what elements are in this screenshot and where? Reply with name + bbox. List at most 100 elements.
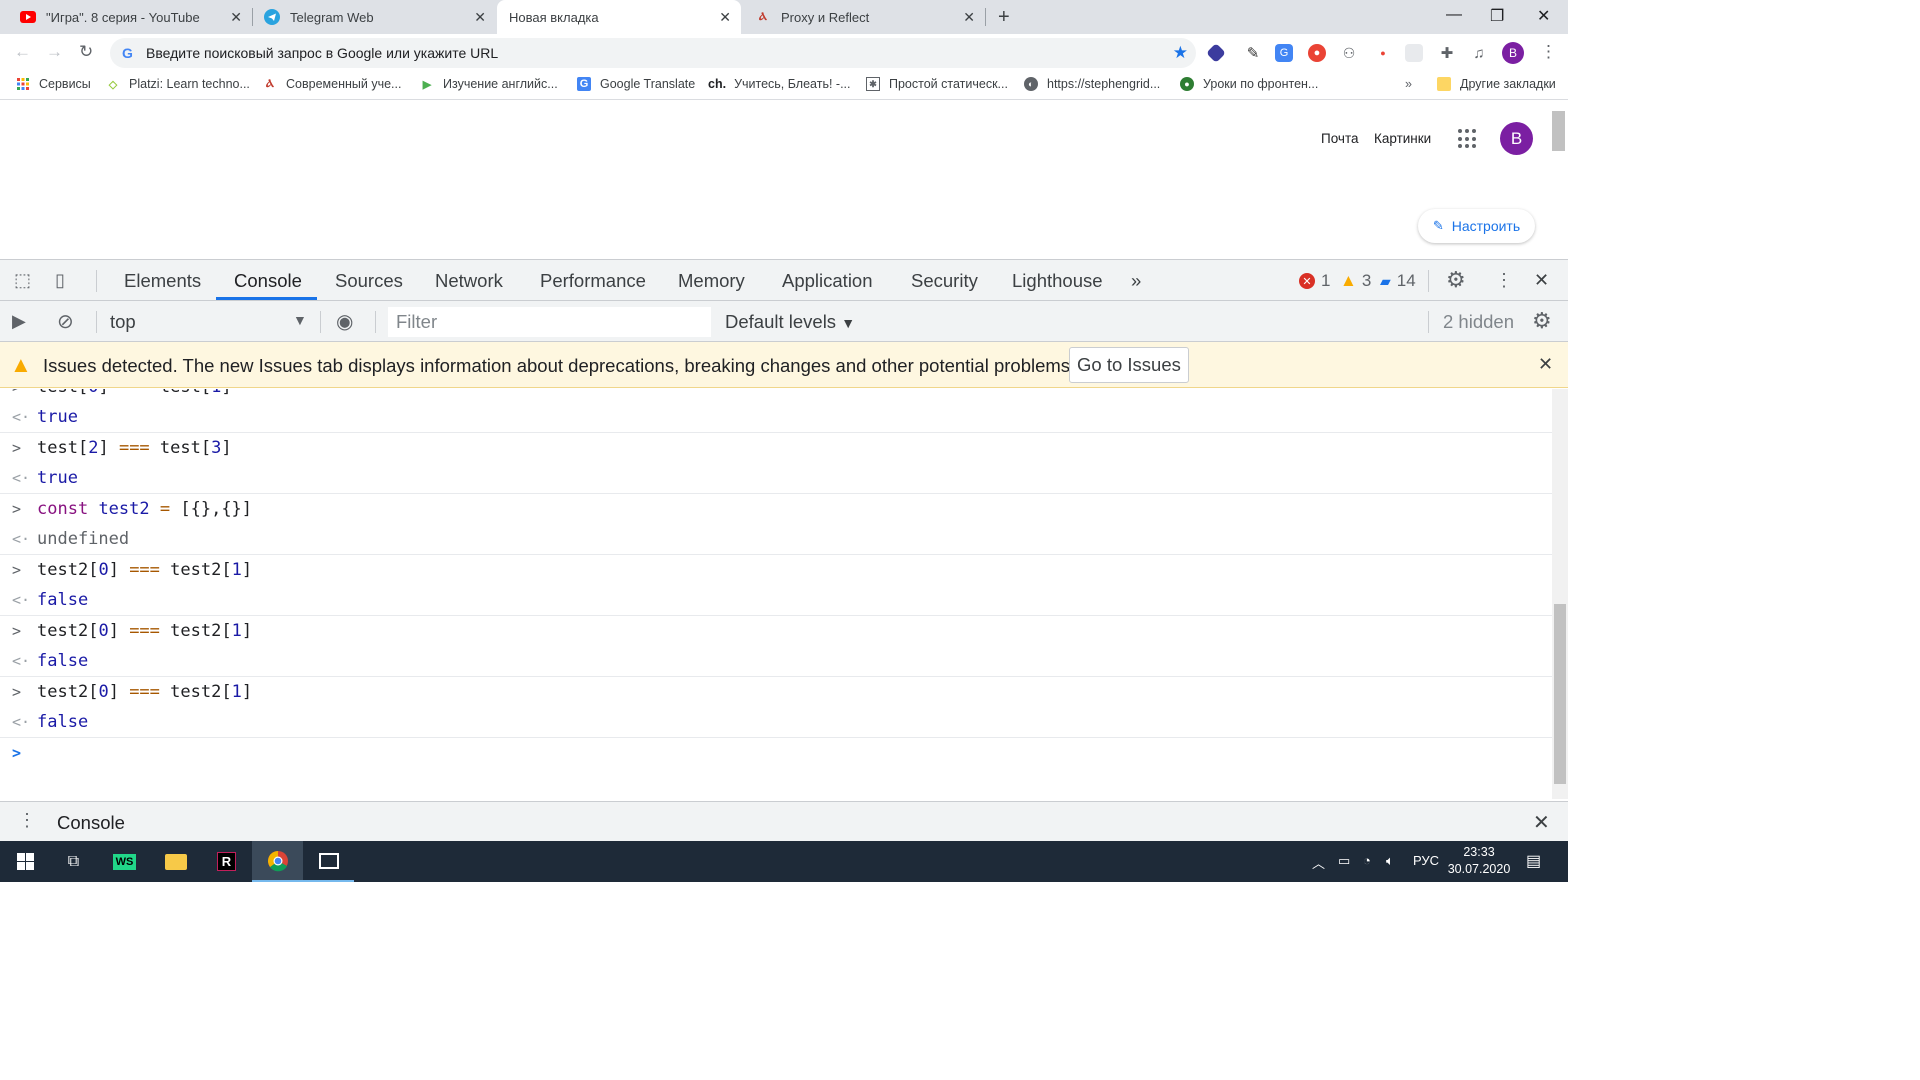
console-entry: > const test2 = [{},{}] <· undefined (0, 494, 1552, 555)
rider-icon[interactable]: R (201, 841, 252, 882)
maximize-button[interactable]: ❐ (1490, 6, 1504, 26)
bookmark-star-icon[interactable]: ★ (1173, 43, 1188, 63)
go-to-issues-button[interactable]: Go to Issues (1069, 347, 1189, 383)
message-counter[interactable]: ▰ 14 (1380, 271, 1416, 291)
input-language[interactable]: РУС (1413, 853, 1439, 868)
drawer-tab-console[interactable]: Console (57, 812, 125, 834)
tab-youtube[interactable]: "Игра". 8 серия - YouTube ✕ (0, 0, 252, 34)
input-chevron-icon: > (12, 561, 22, 579)
extension-icon[interactable] (1405, 44, 1423, 62)
bookmark-frontend-lessons[interactable]: ● Уроки по фронтен... (1180, 77, 1318, 91)
tab-telegram[interactable]: Telegram Web ✕ (244, 0, 496, 34)
bookmark-services[interactable]: Сервисы (16, 77, 91, 91)
console-scrollbar[interactable] (1552, 389, 1568, 799)
console-input: test2[0] === test2[1] (37, 560, 253, 580)
console-settings-gear-icon[interactable]: ⚙ (1532, 308, 1552, 334)
log-levels-dropdown[interactable]: Default levels ▼ (725, 311, 855, 333)
close-window-button[interactable]: ✕ (1537, 6, 1550, 26)
chrome-taskbar-icon[interactable] (252, 841, 303, 882)
tab-new-tab[interactable]: Новая вкладка ✕ (497, 0, 741, 34)
device-toolbar-icon[interactable]: ▯ (55, 270, 65, 291)
extension-icon[interactable] (1206, 43, 1226, 63)
more-tabs-chevron-icon[interactable]: » (1131, 270, 1141, 292)
address-input[interactable] (146, 45, 1146, 61)
more-bookmarks-chevron-icon[interactable]: » (1405, 77, 1412, 91)
webstorm-icon[interactable]: WS (99, 841, 150, 882)
wifi-icon[interactable]: ◔ (1363, 853, 1371, 868)
tab-security[interactable]: Security (911, 270, 978, 292)
gmail-link[interactable]: Почта (1321, 131, 1359, 146)
bookmark-platzi[interactable]: ◇ Platzi: Learn techno... (106, 77, 250, 91)
customize-button[interactable]: ✎ Настроить (1418, 209, 1535, 243)
forward-button[interactable]: → (46, 42, 63, 62)
warning-counter[interactable]: ▲ 3 (1340, 271, 1371, 291)
console-result: true (37, 468, 78, 488)
task-view-icon[interactable]: ⧉ (48, 841, 99, 882)
close-tab-icon[interactable]: ✕ (963, 9, 975, 26)
close-tab-icon[interactable]: ✕ (474, 9, 486, 26)
bookmark-google-translate[interactable]: G Google Translate (577, 77, 695, 91)
filter-input[interactable] (388, 307, 711, 337)
tab-sources[interactable]: Sources (335, 270, 403, 292)
drawer-menu-icon[interactable]: ⋮ (18, 810, 36, 831)
close-tab-icon[interactable]: ✕ (230, 9, 242, 26)
bookmark-javascript-info[interactable]: Ⲁ Современный уче... (263, 77, 401, 91)
other-bookmarks-folder[interactable]: Другие закладки (1437, 77, 1556, 91)
tab-application[interactable]: Application (782, 270, 873, 292)
puzzle-icon[interactable]: ✚ (1438, 44, 1456, 62)
adblock-extension-icon[interactable]: ● (1308, 44, 1326, 62)
error-counter[interactable]: ✕ 1 (1299, 271, 1330, 291)
windows-start-icon[interactable] (0, 841, 51, 882)
page-scrollbar-thumb[interactable] (1552, 111, 1565, 151)
file-explorer-icon[interactable] (150, 841, 201, 882)
bookmark-ch[interactable]: ch. Учитесь, Блеать! -... (708, 77, 851, 91)
tab-console[interactable]: Console (234, 270, 302, 292)
pencil-icon: ✎ (1432, 218, 1444, 233)
bookmark-stephengrider[interactable]: ◐ https://stephengrid... (1024, 77, 1160, 91)
minimize-button[interactable]: — (1446, 6, 1462, 24)
close-drawer-icon[interactable]: ✕ (1533, 810, 1550, 835)
close-tab-icon[interactable]: ✕ (719, 9, 731, 26)
tab-lighthouse[interactable]: Lighthouse (1012, 270, 1103, 292)
back-button[interactable]: ← (14, 42, 31, 62)
devtools-menu-icon[interactable]: ⋮ (1495, 270, 1513, 291)
close-devtools-icon[interactable]: ✕ (1534, 270, 1549, 291)
inspect-element-icon[interactable]: ⬚ (14, 270, 31, 291)
close-banner-icon[interactable]: ✕ (1538, 354, 1553, 375)
chrome-menu-icon[interactable]: ⋮ (1540, 42, 1557, 62)
tray-chevron-icon[interactable]: ︿ (1312, 853, 1325, 872)
address-bar[interactable]: G ★ (110, 38, 1196, 68)
volume-icon[interactable]: 🔈︎ (1386, 853, 1394, 869)
context-selector[interactable]: top (110, 311, 136, 333)
tab-proxy-reflect[interactable]: Ⲁ Proxy и Reflect ✕ (741, 0, 985, 34)
console-prompt[interactable]: > (0, 738, 1552, 768)
dropdown-arrow-icon[interactable]: ▼ (293, 312, 307, 328)
vpn-extension-icon[interactable]: ⚇ (1340, 44, 1358, 62)
battery-icon[interactable]: ▭ (1338, 853, 1350, 869)
notifications-icon[interactable]: ▤ (1526, 851, 1541, 871)
tab-network[interactable]: Network (435, 270, 503, 292)
console-output[interactable]: > test[0] === test[1] <· true > test[2] ===… (0, 389, 1552, 799)
google-apps-icon[interactable] (1458, 129, 1478, 149)
tab-elements[interactable]: Elements (124, 270, 201, 292)
clear-console-icon[interactable]: ⊘ (57, 309, 74, 334)
images-link[interactable]: Картинки (1374, 131, 1431, 146)
sidebar-toggle-icon[interactable]: ▶︎ (12, 311, 26, 332)
reload-button[interactable]: ↻ (79, 42, 93, 62)
live-expression-eye-icon[interactable]: ◉ (336, 309, 353, 334)
color-picker-extension-icon[interactable]: ✎ (1244, 44, 1262, 62)
settings-gear-icon[interactable]: ⚙ (1446, 267, 1466, 293)
tab-performance[interactable]: Performance (540, 270, 646, 292)
media-control-icon[interactable]: ♫ (1470, 44, 1488, 62)
scrollbar-thumb[interactable] (1554, 604, 1566, 784)
translate-extension-icon[interactable]: G (1275, 44, 1293, 62)
new-tab-button[interactable]: + (998, 6, 1010, 29)
account-avatar[interactable]: B (1500, 122, 1533, 155)
bookmark-static[interactable]: ✱ Простой статическ... (866, 77, 1008, 91)
system-clock[interactable]: 23:33 30.07.2020 (1444, 844, 1514, 878)
tab-memory[interactable]: Memory (678, 270, 745, 292)
record-extension-icon[interactable]: ● (1374, 44, 1392, 62)
terminal-icon[interactable] (303, 841, 354, 882)
bookmark-english[interactable]: ▶ Изучение английс... (420, 77, 558, 91)
profile-avatar[interactable]: B (1502, 42, 1524, 64)
